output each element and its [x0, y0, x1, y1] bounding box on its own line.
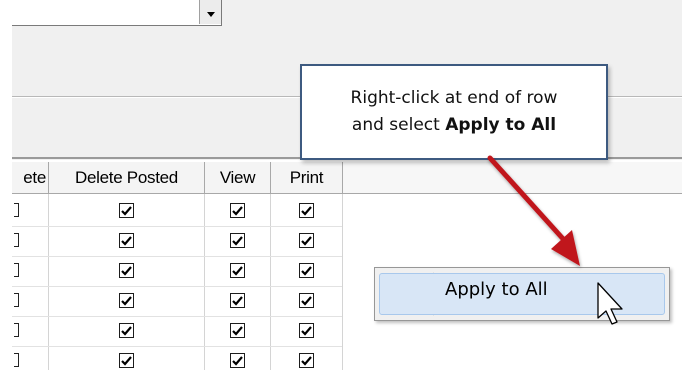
- checkbox-delete-posted[interactable]: [119, 263, 134, 278]
- context-menu: Apply to All: [374, 267, 670, 321]
- checkbox-view[interactable]: [230, 233, 245, 248]
- callout-line-2-prefix: and select: [351, 115, 446, 135]
- checkbox-delete-partial[interactable]: [14, 293, 19, 307]
- instruction-callout: Right-click at end of row and select App…: [300, 64, 608, 160]
- checkbox-view[interactable]: [230, 293, 245, 308]
- row-divider: [12, 286, 342, 287]
- checkbox-delete-posted[interactable]: [119, 233, 134, 248]
- dropdown-button[interactable]: [199, 0, 221, 24]
- checkbox-delete-partial[interactable]: [14, 203, 19, 217]
- column-header-label: ete: [23, 167, 46, 187]
- column-divider: [204, 194, 205, 370]
- column-header-label: Delete Posted: [75, 167, 178, 187]
- column-header-filler: [343, 162, 682, 194]
- column-header-label: Print: [289, 167, 324, 187]
- checkbox-delete-partial[interactable]: [14, 353, 19, 367]
- checkbox-delete-partial[interactable]: [14, 323, 19, 337]
- column-divider: [342, 194, 343, 370]
- screenshot: ete Delete Posted View Print Apply to Al…: [0, 0, 682, 370]
- column-divider: [270, 194, 271, 370]
- checkbox-delete-posted[interactable]: [119, 353, 134, 368]
- checkbox-print[interactable]: [299, 203, 314, 218]
- dropdown-field[interactable]: [12, 0, 222, 26]
- row-divider: [12, 256, 342, 257]
- callout-line-1: Right-click at end of row: [350, 88, 558, 108]
- column-header-delete-posted[interactable]: Delete Posted: [49, 162, 205, 194]
- menu-item-label: Apply to All: [445, 279, 548, 300]
- checkbox-view[interactable]: [230, 353, 245, 368]
- checkbox-view[interactable]: [230, 263, 245, 278]
- checkbox-print[interactable]: [299, 263, 314, 278]
- checkbox-print[interactable]: [299, 293, 314, 308]
- callout-line-2: and select Apply to All: [352, 112, 556, 139]
- checkbox-view[interactable]: [230, 203, 245, 218]
- checkbox-print[interactable]: [299, 323, 314, 338]
- column-divider: [48, 194, 49, 370]
- column-header-label: View: [219, 167, 256, 187]
- checkbox-delete-posted[interactable]: [119, 203, 134, 218]
- column-header-delete[interactable]: ete: [12, 162, 49, 194]
- row-divider: [12, 226, 342, 227]
- column-header-view[interactable]: View: [205, 162, 271, 194]
- row-divider: [12, 316, 342, 317]
- checkbox-view[interactable]: [230, 323, 245, 338]
- chevron-down-icon: [206, 11, 215, 17]
- checkbox-delete-partial[interactable]: [14, 263, 19, 277]
- checkbox-print[interactable]: [299, 353, 314, 368]
- checkbox-delete-partial[interactable]: [14, 233, 19, 247]
- checkbox-delete-posted[interactable]: [119, 293, 134, 308]
- row-divider: [12, 346, 342, 347]
- callout-line-2-emphasis: Apply to All: [445, 115, 557, 135]
- column-header-print[interactable]: Print: [271, 162, 343, 194]
- checkbox-delete-posted[interactable]: [119, 323, 134, 338]
- checkbox-print[interactable]: [299, 233, 314, 248]
